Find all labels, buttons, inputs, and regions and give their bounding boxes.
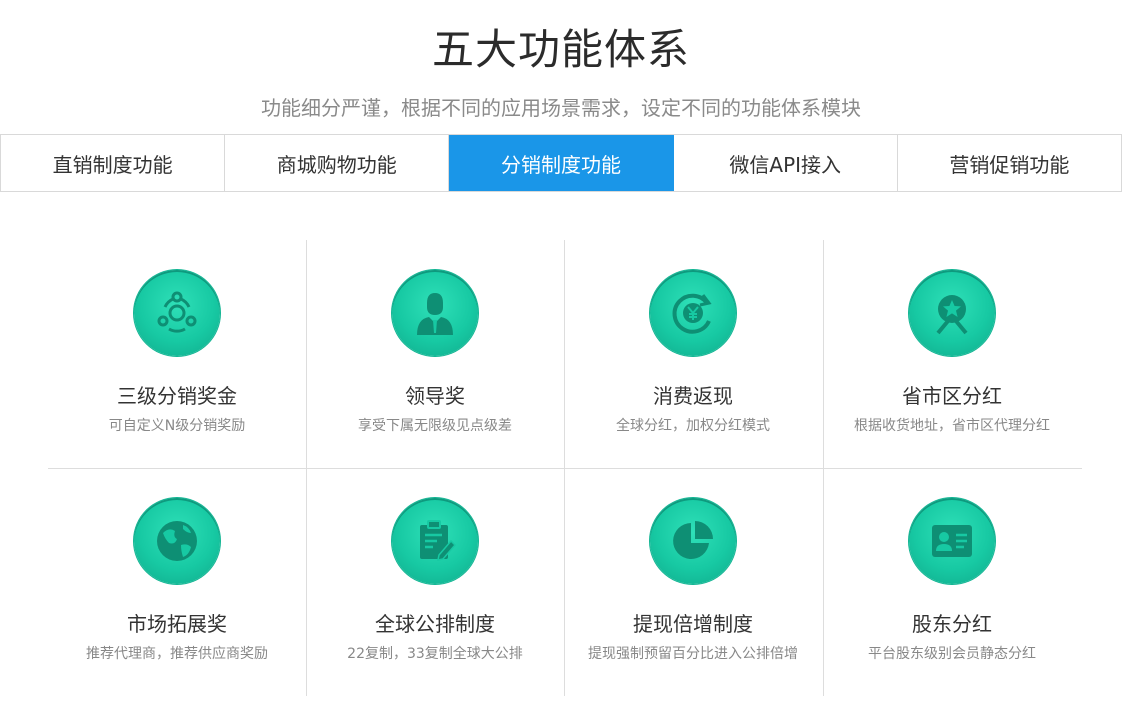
- feature-desc: 享受下属无限级见点级差: [358, 418, 512, 434]
- feature-desc: 根据收货地址，省市区代理分红: [854, 418, 1050, 434]
- leader-person-icon: [392, 270, 478, 356]
- pie-chart-icon: [650, 498, 736, 584]
- yen-cycle-icon: [650, 270, 736, 356]
- feature-grid: 三级分销奖金 可自定义N级分销奖励 领导奖 享受下属无限级见点级差 消费返现 全…: [48, 240, 1082, 696]
- feature-title: 全球公排制度: [375, 612, 495, 636]
- feature-desc: 可自定义N级分销奖励: [108, 418, 246, 434]
- feature-title: 提现倍增制度: [633, 612, 753, 636]
- network-circles-icon: [134, 270, 220, 356]
- feature-card[interactable]: 省市区分红 根据收货地址，省市区代理分红: [823, 240, 1081, 468]
- feature-tabs: 直销制度功能 商城购物功能 分销制度功能 微信API接入 营销促销功能: [0, 134, 1122, 192]
- globe-icon: [134, 498, 220, 584]
- page-title: 五大功能体系: [431, 25, 690, 74]
- tab-marketing-promotion[interactable]: 营销促销功能: [898, 135, 1122, 191]
- feature-desc: 22复制，33复制全球大公排: [347, 646, 523, 662]
- clipboard-pen-icon: [392, 498, 478, 584]
- feature-desc: 推荐代理商，推荐供应商奖励: [86, 646, 268, 662]
- feature-desc: 提现强制预留百分比进入公排倍增: [588, 646, 798, 662]
- feature-card[interactable]: 消费返现 全球分红，加权分红模式: [564, 240, 822, 468]
- feature-card[interactable]: 三级分销奖金 可自定义N级分销奖励: [48, 240, 306, 468]
- feature-title: 领导奖: [405, 384, 465, 408]
- feature-desc: 全球分红，加权分红模式: [616, 418, 770, 434]
- feature-card[interactable]: 提现倍增制度 提现强制预留百分比进入公排倍增: [564, 468, 822, 696]
- feature-title: 市场拓展奖: [127, 612, 227, 636]
- star-badge-icon: [909, 270, 995, 356]
- feature-title: 省市区分红: [902, 384, 1002, 408]
- feature-title: 股东分红: [912, 612, 992, 636]
- feature-card[interactable]: 全球公排制度 22复制，33复制全球大公排: [306, 468, 564, 696]
- feature-title: 三级分销奖金: [117, 384, 237, 408]
- feature-desc: 平台股东级别会员静态分红: [868, 646, 1036, 662]
- tab-direct-sales[interactable]: 直销制度功能: [1, 135, 226, 191]
- feature-card[interactable]: 股东分红 平台股东级别会员静态分红: [823, 468, 1081, 696]
- feature-card[interactable]: 领导奖 享受下属无限级见点级差: [306, 240, 564, 468]
- page-subtitle: 功能细分严谨，根据不同的应用场景需求，设定不同的功能体系模块: [261, 96, 861, 120]
- tab-mall-shopping[interactable]: 商城购物功能: [225, 135, 450, 191]
- tab-distribution[interactable]: 分销制度功能: [449, 135, 674, 191]
- feature-card[interactable]: 市场拓展奖 推荐代理商，推荐供应商奖励: [48, 468, 306, 696]
- feature-title: 消费返现: [653, 384, 733, 408]
- id-card-icon: [909, 498, 995, 584]
- tab-wechat-api[interactable]: 微信API接入: [674, 135, 898, 191]
